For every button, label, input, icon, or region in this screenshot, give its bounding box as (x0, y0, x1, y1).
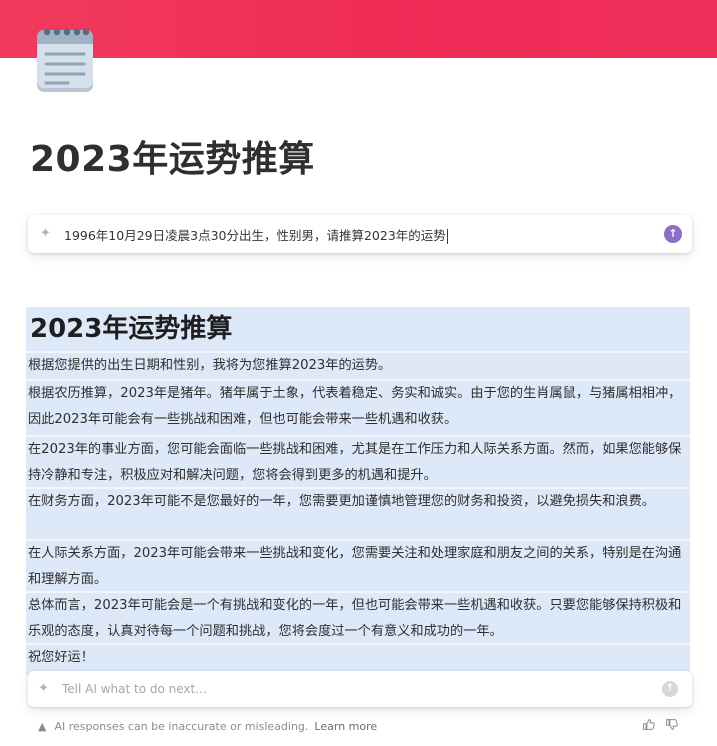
ai-footer: ▲ AI responses can be inaccurate or misl… (38, 716, 678, 736)
result-paragraph-text: 祝您好运！ (28, 650, 94, 665)
result-paragraph-text: 在2023年的事业方面，您可能会面临一些挑战和困难，尤其是在工作压力和人际关系方… (28, 442, 682, 483)
result-heading-row: 2023年运势推算 (26, 307, 690, 353)
result-paragraph: 在人际关系方面，2023年可能会带来一些挑战和变化，您需要关注和处理家庭和朋友之… (26, 541, 690, 593)
result-heading: 2023年运势推算 (30, 314, 233, 344)
result-paragraph-text: 根据农历推算，2023年是猪年。猪年属于土象，代表着稳定、务实和诚实。由于您的生… (28, 386, 682, 427)
result-paragraph: 在财务方面，2023年可能不是您最好的一年，您需要更加谨慎地管理您的财务和投资，… (26, 489, 690, 541)
submit-arrow-icon[interactable]: ↑ (662, 681, 678, 697)
result-paragraph: 总体而言，2023年可能会是一个有挑战和变化的一年，但也可能会带来一些机遇和收获… (26, 593, 690, 645)
result-paragraph: 根据您提供的出生日期和性别，我将为您推算2023年的运势。 (26, 353, 690, 381)
feedback-buttons (642, 718, 678, 734)
result-paragraph-text: 总体而言，2023年可能会是一个有挑战和变化的一年，但也可能会带来一些机遇和收获… (28, 598, 682, 639)
ai-followup-box[interactable]: ✦ ↑ (28, 671, 692, 707)
submit-arrow-icon[interactable]: ↑ (664, 225, 682, 243)
learn-more-link[interactable]: Learn more (314, 720, 377, 733)
warning-icon: ▲ (38, 719, 47, 733)
prompt-input[interactable]: 1996年10月29日凌晨3点30分出生，性别男，请推算2023年的运势 (64, 225, 664, 244)
ai-result-block: 2023年运势推算 根据您提供的出生日期和性别，我将为您推算2023年的运势。 … (26, 307, 690, 677)
thumbs-up-icon[interactable] (642, 718, 655, 734)
sparkle-icon: ✦ (40, 226, 51, 241)
notepad-icon[interactable] (34, 24, 96, 94)
result-paragraph: 根据农历推算，2023年是猪年。猪年属于土象，代表着稳定、务实和诚实。由于您的生… (26, 381, 690, 437)
thumbs-down-icon[interactable] (665, 718, 678, 734)
sparkle-icon: ✦ (38, 681, 49, 696)
result-paragraph-text: 在人际关系方面，2023年可能会带来一些挑战和变化，您需要关注和处理家庭和朋友之… (28, 546, 682, 587)
prompt-text: 1996年10月29日凌晨3点30分出生，性别男，请推算2023年的运势 (64, 227, 446, 243)
followup-input[interactable] (62, 682, 662, 696)
result-paragraph: 在2023年的事业方面，您可能会面临一些挑战和困难，尤其是在工作压力和人际关系方… (26, 437, 690, 489)
ai-disclaimer: AI responses can be inaccurate or mislea… (54, 719, 309, 733)
page-title[interactable]: 2023年运势推算 (30, 130, 315, 182)
ai-prompt-box[interactable]: ✦ 1996年10月29日凌晨3点30分出生，性别男，请推算2023年的运势 ↑ (28, 215, 692, 253)
result-paragraph-text: 根据您提供的出生日期和性别，我将为您推算2023年的运势。 (28, 358, 392, 373)
text-caret (446, 228, 448, 244)
result-paragraph-text: 在财务方面，2023年可能不是您最好的一年，您需要更加谨慎地管理您的财务和投资，… (28, 494, 655, 509)
page-cover[interactable] (0, 0, 717, 58)
